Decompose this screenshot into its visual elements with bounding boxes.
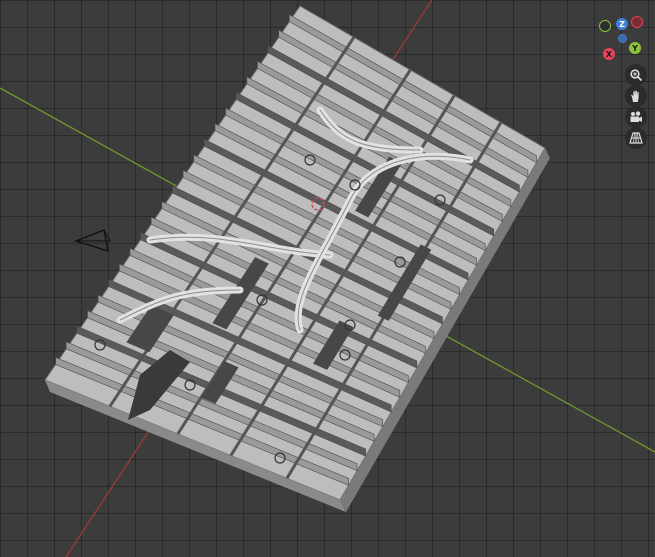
gizmo-z-axis[interactable]: Z xyxy=(616,18,628,30)
navigation-gizmo[interactable]: Z Y X xyxy=(599,16,645,62)
zoom-icon xyxy=(630,69,643,82)
gizmo-z-label: Z xyxy=(619,19,625,29)
ortho-toggle-button[interactable] xyxy=(625,127,647,149)
gizmo-x-axis[interactable]: X xyxy=(603,48,615,60)
building-model[interactable] xyxy=(44,5,550,512)
gizmo-x-neg[interactable] xyxy=(631,16,643,28)
gizmo-x-label: X xyxy=(605,49,613,59)
gizmo-z-neg[interactable] xyxy=(618,34,627,43)
camera-object[interactable] xyxy=(73,229,111,253)
gizmo-y-neg[interactable] xyxy=(599,20,611,32)
zoom-button[interactable] xyxy=(625,64,647,86)
gizmo-y-label: Y xyxy=(632,43,638,53)
gizmo-y-axis[interactable]: Y xyxy=(629,42,641,54)
3d-viewport[interactable]: Z Y X xyxy=(0,0,655,557)
camera-icon xyxy=(630,111,642,122)
scene-view[interactable] xyxy=(0,0,655,557)
pan-button[interactable] xyxy=(625,85,647,107)
camera-view-button[interactable] xyxy=(625,106,647,128)
grid-perspective-icon xyxy=(629,132,643,144)
hand-icon xyxy=(631,90,639,102)
